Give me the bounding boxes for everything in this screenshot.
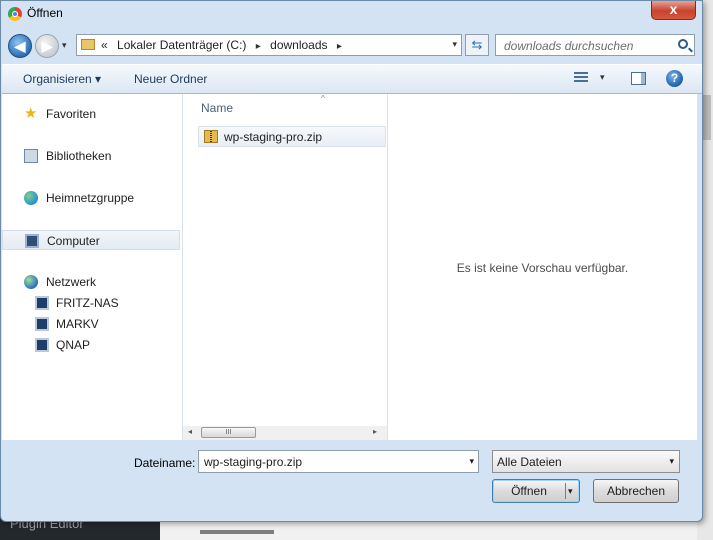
search-icon[interactable] <box>678 39 688 49</box>
homegroup-icon <box>24 191 38 205</box>
scroll-right-icon[interactable]: ▸ <box>373 427 377 436</box>
network-computer-icon <box>35 296 49 310</box>
preview-pane: Es ist keine Vorschau verfügbar. <box>388 94 697 440</box>
nav-label: Netzwerk <box>46 275 97 289</box>
nav-item-favorites[interactable]: ★ Favoriten <box>2 104 180 124</box>
view-dropdown-icon[interactable]: ▾ <box>600 72 605 83</box>
file-type-dropdown-icon[interactable]: ▾ <box>669 456 674 467</box>
dialog-title: Öffnen <box>27 6 63 20</box>
nav-item-libraries[interactable]: Bibliotheken <box>2 146 180 166</box>
address-dropdown-icon[interactable]: ▾ <box>452 39 457 50</box>
sort-ascending-icon: ^ <box>321 94 325 103</box>
breadcrumb-folder[interactable]: downloads <box>270 38 327 52</box>
network-computer-icon <box>35 338 49 352</box>
file-type-select[interactable]: Alle Dateien ▾ <box>492 450 680 473</box>
forward-button[interactable]: ▶ <box>35 34 59 58</box>
open-dropdown-icon[interactable]: ▾ <box>568 480 573 502</box>
open-button[interactable]: Öffnen ▾ <box>492 479 580 503</box>
file-name: wp-staging-pro.zip <box>224 130 323 144</box>
breadcrumb: « Lokaler Datenträger (C:) ▸ downloads ▸ <box>101 38 348 52</box>
navigation-pane: ★ Favoriten Bibliotheken Heimnetzgruppe … <box>2 94 182 440</box>
zip-folder-icon <box>204 130 218 143</box>
back-button[interactable]: ◀ <box>8 34 32 58</box>
network-icon <box>24 275 38 289</box>
background-scrollbar-horizontal <box>200 530 274 534</box>
nav-item-homegroup[interactable]: Heimnetzgruppe <box>2 188 180 208</box>
nav-item-network-fritz-nas[interactable]: FRITZ-NAS <box>2 293 180 313</box>
view-options-icon[interactable] <box>574 72 588 84</box>
computer-icon <box>25 234 39 248</box>
filename-dropdown-icon[interactable]: ▾ <box>469 456 474 467</box>
command-toolbar: Organisieren ▾ Neuer Ordner ▾ ? <box>2 64 702 94</box>
refresh-button[interactable]: ⇆ <box>465 34 489 56</box>
filename-field[interactable]: wp-staging-pro.zip ▾ <box>198 450 479 473</box>
filename-value: wp-staging-pro.zip <box>204 455 303 469</box>
nav-label: MARKV <box>56 317 99 331</box>
list-item[interactable]: wp-staging-pro.zip <box>198 126 386 147</box>
file-list: Name ^ wp-staging-pro.zip <box>183 94 387 440</box>
nav-item-computer[interactable]: Computer <box>2 230 180 250</box>
star-icon: ★ <box>24 105 38 122</box>
nav-label: Favoriten <box>46 107 97 121</box>
address-bar[interactable]: « Lokaler Datenträger (C:) ▸ downloads ▸… <box>76 34 462 56</box>
library-icon <box>24 149 38 163</box>
breadcrumb-separator-icon[interactable]: ▸ <box>337 41 342 52</box>
network-computer-icon <box>35 317 49 331</box>
cancel-button[interactable]: Abbrechen <box>593 479 679 503</box>
new-folder-button[interactable]: Neuer Ordner <box>134 72 207 86</box>
split-divider <box>565 483 566 499</box>
preview-message: Es ist keine Vorschau verfügbar. <box>456 261 629 275</box>
folder-icon <box>81 39 95 50</box>
open-button-label: Öffnen <box>511 484 547 498</box>
nav-item-network-markv[interactable]: MARKV <box>2 314 180 334</box>
open-dialog: Öffnen x ◀ ▶ ▾ « Lokaler Datenträger (C:… <box>0 0 703 522</box>
nav-label: Bibliotheken <box>46 149 112 163</box>
breadcrumb-drive[interactable]: Lokaler Datenträger (C:) <box>117 38 246 52</box>
nav-label: FRITZ-NAS <box>56 296 119 310</box>
close-button[interactable]: x <box>651 1 696 20</box>
column-header-name[interactable]: Name <box>201 101 233 115</box>
nav-label: QNAP <box>56 338 91 352</box>
breadcrumb-separator-icon[interactable]: ▸ <box>256 41 261 52</box>
nav-item-network-qnap[interactable]: QNAP <box>2 335 180 355</box>
nav-label: Heimnetzgruppe <box>46 191 135 205</box>
title-bar[interactable]: Öffnen x <box>1 1 704 27</box>
preview-pane-icon[interactable] <box>631 72 646 85</box>
help-icon[interactable]: ? <box>666 70 683 87</box>
file-type-value: Alle Dateien <box>497 455 562 469</box>
scrollbar-thumb[interactable]: III <box>201 427 256 438</box>
breadcrumb-overflow[interactable]: « <box>101 38 108 52</box>
file-list-scrollbar[interactable]: ◂ III ▸ <box>183 426 387 440</box>
chrome-icon <box>8 7 22 21</box>
search-placeholder: downloads durchsuchen <box>504 39 634 53</box>
nav-item-network[interactable]: Netzwerk <box>2 272 180 292</box>
filename-label: Dateiname: <box>134 456 196 470</box>
history-dropdown-icon[interactable]: ▾ <box>62 40 67 51</box>
search-input[interactable]: downloads durchsuchen <box>495 34 695 56</box>
scroll-left-icon[interactable]: ◂ <box>188 427 192 436</box>
nav-label: Computer <box>47 234 100 248</box>
organize-button[interactable]: Organisieren ▾ <box>23 72 101 86</box>
